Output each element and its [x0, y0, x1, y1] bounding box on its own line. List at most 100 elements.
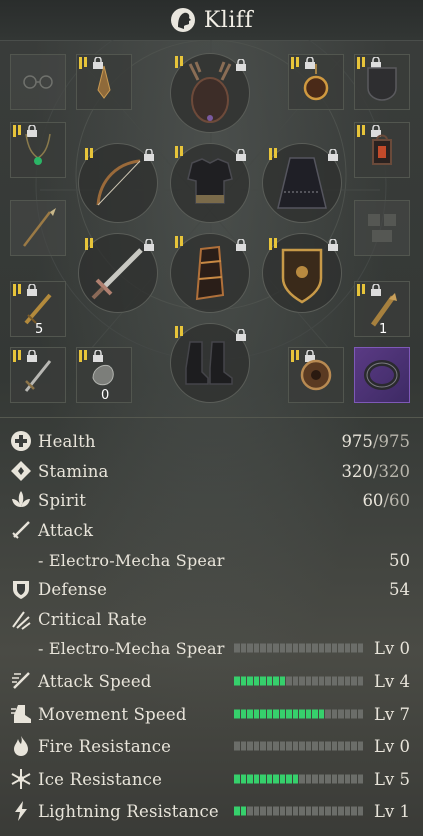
stat-level: Lv 5 [373, 769, 410, 789]
meter-segment [273, 676, 279, 686]
meter-segment [292, 643, 298, 653]
slot-empty-armor[interactable] [354, 200, 410, 256]
slot-boots[interactable] [170, 323, 250, 403]
meter-segment [299, 676, 305, 686]
slot-shield[interactable] [262, 233, 342, 313]
stat-fire-resistance: Fire Resistance Lv 0 [10, 731, 414, 761]
divider [0, 417, 423, 418]
stat-attack: Attack [10, 515, 414, 545]
meter-segment [286, 806, 292, 816]
meter-segment [286, 709, 292, 719]
stat-label: Spirit [38, 490, 87, 510]
meter-segment [325, 709, 331, 719]
meter-segment [318, 774, 324, 784]
meter-segment [247, 709, 253, 719]
meter-segment [247, 643, 253, 653]
glasses-icon [23, 75, 53, 89]
health-cross-icon [11, 431, 31, 451]
level-meter [234, 643, 363, 653]
slot-armlet[interactable]: 0 [76, 347, 132, 403]
longsword-icon [91, 248, 143, 300]
amulet-icon [303, 64, 329, 101]
meter-segment [325, 676, 331, 686]
slot-bow[interactable] [78, 143, 158, 223]
meter-segment [351, 709, 357, 719]
stat-label: Attack [38, 520, 94, 540]
meter-segment [331, 774, 337, 784]
item-count: 0 [101, 388, 110, 403]
slot-spear[interactable] [10, 200, 66, 256]
armor-placeholder-icon [368, 214, 396, 242]
meter-segment [344, 741, 350, 751]
stat-label: Ice Resistance [38, 769, 163, 789]
meter-segment [305, 643, 311, 653]
meter-segment [318, 806, 324, 816]
meter-segment [344, 709, 350, 719]
stat-stamina: Stamina 320/320 [10, 456, 414, 486]
header: Kliff [0, 0, 423, 41]
meter-segment [247, 676, 253, 686]
stat-level: Lv 0 [373, 638, 410, 658]
meter-segment [266, 806, 272, 816]
meter-segment [240, 774, 246, 784]
upgrade-tag [175, 326, 183, 338]
slot-sword-offhand[interactable] [10, 347, 66, 403]
sword-icon [12, 521, 30, 539]
stat-value: 975/975 [341, 432, 410, 451]
chest-armor-icon [187, 158, 233, 204]
snowflake-icon [11, 769, 31, 789]
meter-segment [234, 741, 240, 751]
meter-segment [247, 774, 253, 784]
slot-cloak[interactable] [262, 143, 342, 223]
stamina-icon [11, 461, 31, 481]
stat-value: 320/320 [341, 462, 410, 481]
slot-glasses[interactable] [10, 54, 66, 110]
shield-item-icon [281, 248, 323, 304]
meter-segment [305, 741, 311, 751]
antler-helmet-icon [188, 61, 232, 123]
slot-necklace[interactable] [10, 122, 66, 178]
meter-segment [331, 643, 337, 653]
meter-segment [351, 806, 357, 816]
flame-icon [14, 736, 28, 756]
slot-dagger[interactable]: 5 [10, 281, 66, 337]
meter-segment [279, 676, 285, 686]
meter-segment [357, 741, 363, 751]
meter-segment [318, 741, 324, 751]
slot-amulet[interactable] [288, 54, 344, 110]
mask-icon [367, 67, 397, 101]
meter-segment [286, 676, 292, 686]
short-sword-icon [24, 360, 52, 392]
earring-icon [97, 65, 111, 99]
stat-max: /60 [383, 490, 410, 510]
slot-earring[interactable] [76, 54, 132, 110]
meter-segment [338, 741, 344, 751]
slot-lantern[interactable] [354, 122, 410, 178]
attack-speed-icon [12, 672, 30, 689]
meter-segment [266, 643, 272, 653]
slot-gloves[interactable] [170, 233, 250, 313]
slot-helmet[interactable] [170, 53, 250, 133]
meter-segment [338, 709, 344, 719]
stat-defense: Defense 54 [10, 574, 414, 604]
meter-segment [253, 806, 259, 816]
slot-belt-charm[interactable] [288, 347, 344, 403]
character-equipment-screen: Kliff 5 0 1 Health 975/975 Stamina 320/3… [0, 0, 423, 836]
meter-segment [331, 709, 337, 719]
level-meter [234, 806, 363, 816]
meter-segment [260, 709, 266, 719]
slot-chest[interactable] [170, 143, 250, 223]
meter-segment [273, 774, 279, 784]
meter-segment [240, 709, 246, 719]
slot-torch[interactable]: 1 [354, 281, 410, 337]
meter-segment [286, 643, 292, 653]
slot-mask[interactable] [354, 54, 410, 110]
meter-segment [318, 676, 324, 686]
slot-ring[interactable] [354, 347, 410, 403]
slot-sword[interactable] [78, 233, 158, 313]
meter-segment [357, 709, 363, 719]
stat-health: Health 975/975 [10, 426, 414, 456]
meter-segment [312, 676, 318, 686]
meter-segment [312, 774, 318, 784]
meter-segment [273, 709, 279, 719]
